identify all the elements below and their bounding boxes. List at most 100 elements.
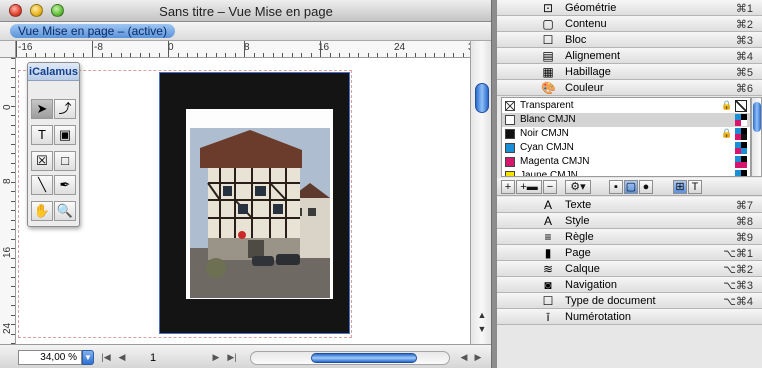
geometry-icon: ⊡ <box>542 1 554 15</box>
ruler-tick <box>301 53 302 57</box>
ruler-tick <box>368 53 369 57</box>
ruler-tick <box>387 53 388 57</box>
color-list-scrollbar[interactable] <box>751 97 762 177</box>
remove-color-button[interactable]: − <box>543 180 557 194</box>
style-icon: A <box>543 214 552 228</box>
rectangle-tool[interactable]: □ <box>54 151 76 171</box>
ruler-origin[interactable] <box>0 41 16 58</box>
inspector-section-style[interactable]: A Style ⌘8 <box>497 213 762 229</box>
inspector-section-layers[interactable]: ≋ Calque ⌥⌘2 <box>497 261 762 277</box>
inspector-section-navigation[interactable]: ◙ Navigation ⌥⌘3 <box>497 277 762 293</box>
arrow-tool[interactable]: ➤ <box>31 99 53 119</box>
cmyk-swatch-icon <box>735 100 747 112</box>
ruler-tick <box>292 53 293 57</box>
ruler-tick <box>178 53 179 57</box>
section-shortcut: ⌘9 <box>735 232 753 244</box>
ruler-tick <box>11 191 15 192</box>
page-number[interactable]: 1 <box>150 352 156 364</box>
inspector-section-wrap[interactable]: ▦ Habillage ⌘5 <box>497 64 762 80</box>
color-row[interactable]: Jaune CMJN <box>502 169 750 176</box>
wrap-icon: ▦ <box>542 65 554 79</box>
color-row[interactable]: Noir CMJN 🔒 <box>502 127 750 141</box>
ruler-tick <box>11 277 15 278</box>
text-color-button[interactable]: T <box>688 180 702 194</box>
tab-layout-view[interactable]: Vue Mise en page – (active) <box>10 24 175 38</box>
zoom-field[interactable]: 34,00 % <box>18 350 82 365</box>
section-shortcut: ⌘7 <box>735 200 753 212</box>
hand-tool[interactable]: ✋ <box>31 201 53 221</box>
frame-color-button[interactable]: ⊞ <box>673 180 687 194</box>
ruler-tick <box>415 53 416 57</box>
horizontal-ruler[interactable]: -16-808162432 <box>16 41 491 58</box>
color-row[interactable]: Cyan CMJN <box>502 141 750 155</box>
layout-canvas[interactable] <box>16 58 470 344</box>
inspector-section-content[interactable]: ▢ Contenu ⌘2 <box>497 16 762 32</box>
content-icon: ▢ <box>542 17 554 31</box>
next-page-icon[interactable]: ▶ <box>210 351 222 363</box>
vertical-scroll-thumb[interactable] <box>475 83 489 113</box>
pen-tool[interactable]: ✒ <box>54 175 76 195</box>
ruler-tick <box>11 77 15 78</box>
navigation-icon: ◙ <box>544 278 552 292</box>
section-label: Navigation <box>565 279 617 291</box>
scroll-right-icon[interactable]: ▶ <box>472 351 484 363</box>
color-row[interactable]: Magenta CMJN <box>502 155 750 169</box>
color-row[interactable]: Transparent 🔒 <box>502 99 750 113</box>
inspector-section-block[interactable]: ☐ Bloc ⌘3 <box>497 32 762 48</box>
cross-frame-tool[interactable]: ☒ <box>31 151 53 171</box>
inspector-section-document-type[interactable]: ☐ Type de document ⌥⌘4 <box>497 293 762 309</box>
numbering-icon: ī <box>546 310 550 324</box>
first-page-icon[interactable]: |◀ <box>100 351 112 363</box>
ruler-tick <box>406 53 407 57</box>
ruler-tick <box>11 163 15 164</box>
ruler-tick <box>254 53 255 57</box>
color-row[interactable]: Blanc CMJN <box>502 113 750 127</box>
horizontal-scroll-thumb[interactable] <box>311 353 417 363</box>
inspector-section-ruler[interactable]: ≡ Règle ⌘9 <box>497 229 762 245</box>
scroll-up-icon[interactable]: ▲ <box>476 309 488 321</box>
previous-page-icon[interactable]: ◀ <box>116 351 128 363</box>
ruler-tick <box>282 53 283 57</box>
block-icon: ☐ <box>542 33 554 47</box>
image-tool[interactable]: ▣ <box>54 125 76 145</box>
color-swatch <box>505 157 515 167</box>
scroll-down-icon[interactable]: ▼ <box>476 323 488 335</box>
inspector-section-alignment[interactable]: ▤ Alignement ⌘4 <box>497 48 762 64</box>
window-title: Sans titre – Vue Mise en page <box>159 4 333 19</box>
zoom-tool[interactable]: 🔍 <box>54 201 76 221</box>
tool-palette-title[interactable]: iCalamus <box>28 63 79 81</box>
title-bar[interactable]: Sans titre – Vue Mise en page <box>0 0 491 22</box>
fill-radial-button[interactable]: ● <box>639 180 653 194</box>
fill-solid-button[interactable]: ▪ <box>609 180 623 194</box>
house-photo[interactable] <box>190 128 330 298</box>
gear-icon[interactable]: ⚙▾ <box>565 180 591 194</box>
inspector-section-palette[interactable]: 🎨 Couleur ⌘6 <box>497 80 762 96</box>
color-list[interactable]: Transparent 🔒 Blanc CMJN Noir CMJN 🔒 Cyan CMJ… <box>501 97 751 177</box>
inspector-section-geometry[interactable]: ⊡ Géométrie ⌘1 <box>497 0 762 16</box>
cmyk-swatch-icon <box>735 170 747 176</box>
section-shortcut: ⌘5 <box>735 67 753 79</box>
vertical-ruler[interactable]: 0 8 16 24 <box>0 58 16 344</box>
last-page-icon[interactable]: ▶| <box>226 351 238 363</box>
ruler-top-label: -16 <box>18 42 33 53</box>
vertical-scrollbar[interactable]: ▲ ▼ <box>470 41 491 344</box>
ruler-tick <box>11 144 15 145</box>
fill-frame-button[interactable]: ▢ <box>624 180 638 194</box>
add-color-button[interactable]: + <box>501 180 515 194</box>
zoom-dropdown-icon[interactable]: ▼ <box>82 350 94 365</box>
ruler-tick <box>159 53 160 57</box>
add-gradient-button[interactable]: +▬ <box>516 180 542 194</box>
inspector-section-text[interactable]: A Texte ⌘7 <box>497 197 762 213</box>
color-list-scroll-thumb[interactable] <box>753 102 761 132</box>
line-tool[interactable]: ╲ <box>31 175 53 195</box>
ruler-top-label: -8 <box>94 42 103 53</box>
horizontal-scrollbar[interactable] <box>250 351 450 365</box>
inspector-section-numbering[interactable]: ī Numérotation <box>497 309 762 325</box>
text-tool[interactable]: T <box>31 125 53 145</box>
ruler-tick <box>434 53 435 57</box>
inspector-section-page[interactable]: ▮ Page ⌥⌘1 <box>497 245 762 261</box>
section-label: Numérotation <box>565 311 632 323</box>
bezier-tool[interactable]: ⤴ <box>54 99 76 119</box>
ruler-tick <box>216 53 217 57</box>
scroll-left-icon[interactable]: ◀ <box>458 351 470 363</box>
